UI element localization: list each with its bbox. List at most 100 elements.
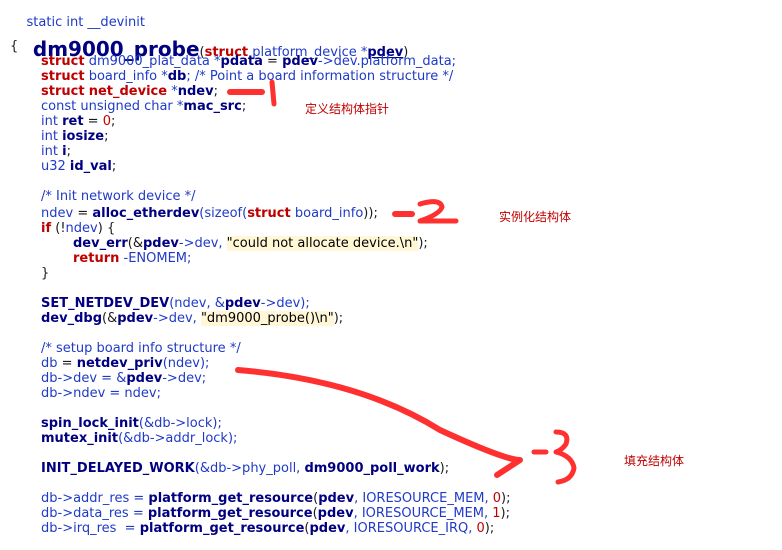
mid: (&db->phy_poll, <box>194 461 305 476</box>
comment-init-network: /* Init network device */ <box>41 189 196 204</box>
var-db: db <box>41 356 58 371</box>
var-pdev: pdev <box>317 506 354 521</box>
var-pdev: pdev <box>318 491 355 506</box>
type: u32 <box>41 159 66 174</box>
num: 1 <box>492 506 501 521</box>
pre: db->addr_res = <box>41 491 149 506</box>
star: * <box>167 84 178 99</box>
type: int <box>41 144 58 159</box>
mid: , IORESOURCE_MEM, <box>353 506 493 521</box>
var-pdev: pdev <box>126 371 163 386</box>
end: ); <box>439 461 450 476</box>
end: ); <box>484 521 495 536</box>
var-mac-src: mac_src <box>183 99 242 114</box>
code-line-3: struct net_device *ndev; <box>41 84 218 99</box>
end: ->dev); <box>260 296 310 311</box>
code-line-19: mutex_init(&db->addr_lock); <box>41 431 237 446</box>
kw-struct: struct <box>247 206 291 221</box>
semi: ; <box>104 129 109 144</box>
open: (& <box>127 236 143 251</box>
brace: } <box>41 266 50 281</box>
star: * <box>209 54 221 69</box>
type-prefix: const unsigned char * <box>41 99 184 114</box>
fn-alloc-etherdev: alloc_etherdev <box>92 206 200 221</box>
comment-setup-board: /* setup board info structure */ <box>41 341 241 356</box>
code-line-10: if (!ndev) { <box>41 221 115 236</box>
fn-platform-get-resource: platform_get_resource <box>148 491 314 506</box>
star: * <box>157 69 168 84</box>
code-line-21: db->addr_res = platform_get_resource(pde… <box>41 491 511 506</box>
eq: = <box>262 54 283 69</box>
type-name: board_info <box>294 206 364 221</box>
eq: = <box>57 356 77 371</box>
string-literal: "could not allocate device.\n" <box>226 236 419 251</box>
type: int <box>41 129 58 144</box>
punc: (! <box>51 221 66 236</box>
code-line-23: db->irq_res = platform_get_resource(pdev… <box>41 521 494 536</box>
fn-init-delayed-work: INIT_DELAYED_WORK <box>41 461 195 476</box>
code-line-1: struct dm9000_plat_data *pdata = pdev->d… <box>41 54 456 69</box>
code-line-18: spin_lock_init(&db->lock); <box>41 416 222 431</box>
code-line-6: int iosize; <box>41 129 108 144</box>
var-db: db <box>167 69 187 84</box>
brace-open: { <box>10 39 18 54</box>
eq: = <box>73 206 93 221</box>
var-iosize: iosize <box>62 129 105 144</box>
code-line-7: int i; <box>41 144 71 159</box>
type: int <box>41 114 58 129</box>
code-viewer: static int __devinit dm9000_probe(struct… <box>0 0 782 550</box>
code-line-17: db->ndev = ndev; <box>41 386 161 401</box>
rest: (&db->lock); <box>138 416 222 431</box>
pre: db->dev = & <box>41 371 127 386</box>
annotation-note-3: 填充结构体 <box>624 454 685 468</box>
close: )); <box>363 206 378 221</box>
code-line-16: db->dev = &pdev->dev; <box>41 371 206 386</box>
type-name: board_info <box>88 69 158 84</box>
fn-mutex-init: mutex_init <box>41 431 119 446</box>
punc: ) { <box>97 221 116 236</box>
kw-struct: struct <box>41 69 85 84</box>
pre: db->data_res = <box>41 506 148 521</box>
var-pdev: pdev <box>309 521 346 536</box>
statement: db->ndev = ndev; <box>41 386 161 401</box>
line-rest: ->dev.platform_data; <box>318 54 457 69</box>
mark-2-icon <box>392 199 459 224</box>
type-name: dm9000_plat_data <box>88 54 210 69</box>
open: (& <box>102 311 118 326</box>
comment-text: /* Init network device */ <box>41 189 196 204</box>
var-ret: ret <box>62 114 84 129</box>
string-literal: "dm9000_probe()\n" <box>200 311 334 326</box>
var-pdev: pdev <box>117 311 154 326</box>
pre: db->irq_res = <box>41 521 140 536</box>
fn-dm9000-poll-work: dm9000_poll_work <box>304 461 440 476</box>
code-line-15: db = netdev_priv(ndev); <box>41 356 209 371</box>
var-pdata: pdata <box>220 54 263 69</box>
code-line-8: u32 id_val; <box>41 159 116 174</box>
open: (ndev, & <box>169 296 225 311</box>
rest: (ndev); <box>162 356 210 371</box>
num: 0 <box>492 491 502 506</box>
fn-platform-get-resource: platform_get_resource <box>147 506 313 521</box>
brace-open-text: { <box>10 39 19 54</box>
type-name: net_device <box>88 84 168 99</box>
mid: , IORESOURCE_MEM, <box>354 491 493 506</box>
mid: ->dev, <box>178 236 227 251</box>
function-signature-line: static int __devinit <box>10 0 145 30</box>
code-line-5: int ret = 0; <box>41 114 115 129</box>
end: ); <box>500 506 510 521</box>
end: ); <box>333 311 344 326</box>
code-line-2: struct board_info *db; /* Point a board … <box>41 69 453 84</box>
rest: ->dev; <box>162 371 207 386</box>
annotation-note-1: 定义结构体指针 <box>305 102 390 116</box>
semi: ; <box>111 159 117 174</box>
code-line-13: SET_NETDEV_DEV(ndev, &pdev->dev); <box>41 296 310 311</box>
mid: , IORESOURCE_IRQ, <box>345 521 477 536</box>
code-line-4: const unsigned char *mac_src; <box>41 99 246 114</box>
semi: ; <box>213 84 218 99</box>
code-line-20: INIT_DELAYED_WORK(&db->phy_poll, dm9000_… <box>41 461 449 476</box>
kw-if: if <box>41 221 52 236</box>
var-pdev: pdev <box>142 236 179 251</box>
code-line-11: dev_err(&pdev->dev, "could not allocate … <box>73 236 428 251</box>
fn-dev-dbg: dev_dbg <box>41 311 103 326</box>
kw-return: return <box>73 251 120 266</box>
